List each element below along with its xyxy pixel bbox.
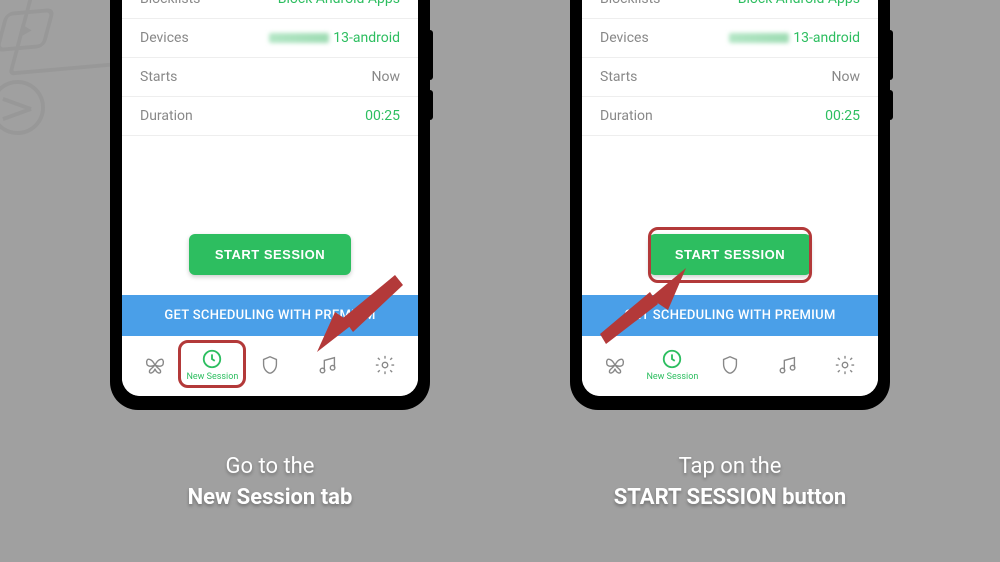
arrow-to-tab — [305, 260, 415, 370]
row-label: Devices — [600, 30, 649, 46]
row-value: Now — [372, 69, 401, 85]
caption-line1: Go to the — [226, 454, 315, 479]
butterfly-icon — [144, 354, 166, 376]
row-value: 13-android — [269, 30, 400, 46]
music-icon — [777, 354, 799, 376]
row-label: Starts — [600, 69, 637, 85]
row-duration[interactable]: Duration 00:25 — [582, 97, 878, 136]
row-value: Now — [832, 69, 861, 85]
row-devices[interactable]: Devices 13-android — [582, 19, 878, 58]
caption-line1: Tap on the — [679, 454, 782, 479]
caption-line2: START SESSION button — [614, 485, 846, 510]
row-label: Duration — [600, 108, 653, 124]
shield-icon — [719, 354, 741, 376]
row-value: Block Android Apps — [278, 0, 400, 7]
nav-label: New Session — [186, 372, 238, 382]
row-blocklists[interactable]: Blocklists Block Android Apps — [582, 0, 878, 19]
caption-left: Go to the New Session tab — [188, 452, 353, 514]
row-label: Blocklists — [600, 0, 660, 7]
nav-label: New Session — [646, 372, 698, 382]
row-starts[interactable]: Starts Now — [582, 58, 878, 97]
nav-shield[interactable] — [702, 350, 758, 380]
row-label: Blocklists — [140, 0, 200, 7]
row-devices[interactable]: Devices 13-android — [122, 19, 418, 58]
nav-shield[interactable] — [242, 350, 298, 380]
arrow-to-button — [590, 262, 700, 362]
nav-settings[interactable] — [817, 350, 873, 380]
nav-butterfly[interactable] — [127, 350, 183, 380]
row-duration[interactable]: Duration 00:25 — [122, 97, 418, 136]
caption-line2: New Session tab — [188, 485, 353, 510]
clock-icon — [201, 348, 223, 370]
shield-icon — [259, 354, 281, 376]
row-value: 00:25 — [365, 108, 400, 124]
gear-icon — [834, 354, 856, 376]
row-starts[interactable]: Starts Now — [122, 58, 418, 97]
row-value: 00:25 — [825, 108, 860, 124]
row-value: Block Android Apps — [738, 0, 860, 7]
row-label: Starts — [140, 69, 177, 85]
nav-new-session[interactable]: New Session — [184, 344, 240, 386]
row-blocklists[interactable]: Blocklists Block Android Apps — [122, 0, 418, 19]
row-label: Devices — [140, 30, 189, 46]
row-value: 13-android — [729, 30, 860, 46]
row-label: Duration — [140, 108, 193, 124]
caption-right: Tap on the START SESSION button — [614, 452, 846, 514]
nav-music[interactable] — [760, 350, 816, 380]
